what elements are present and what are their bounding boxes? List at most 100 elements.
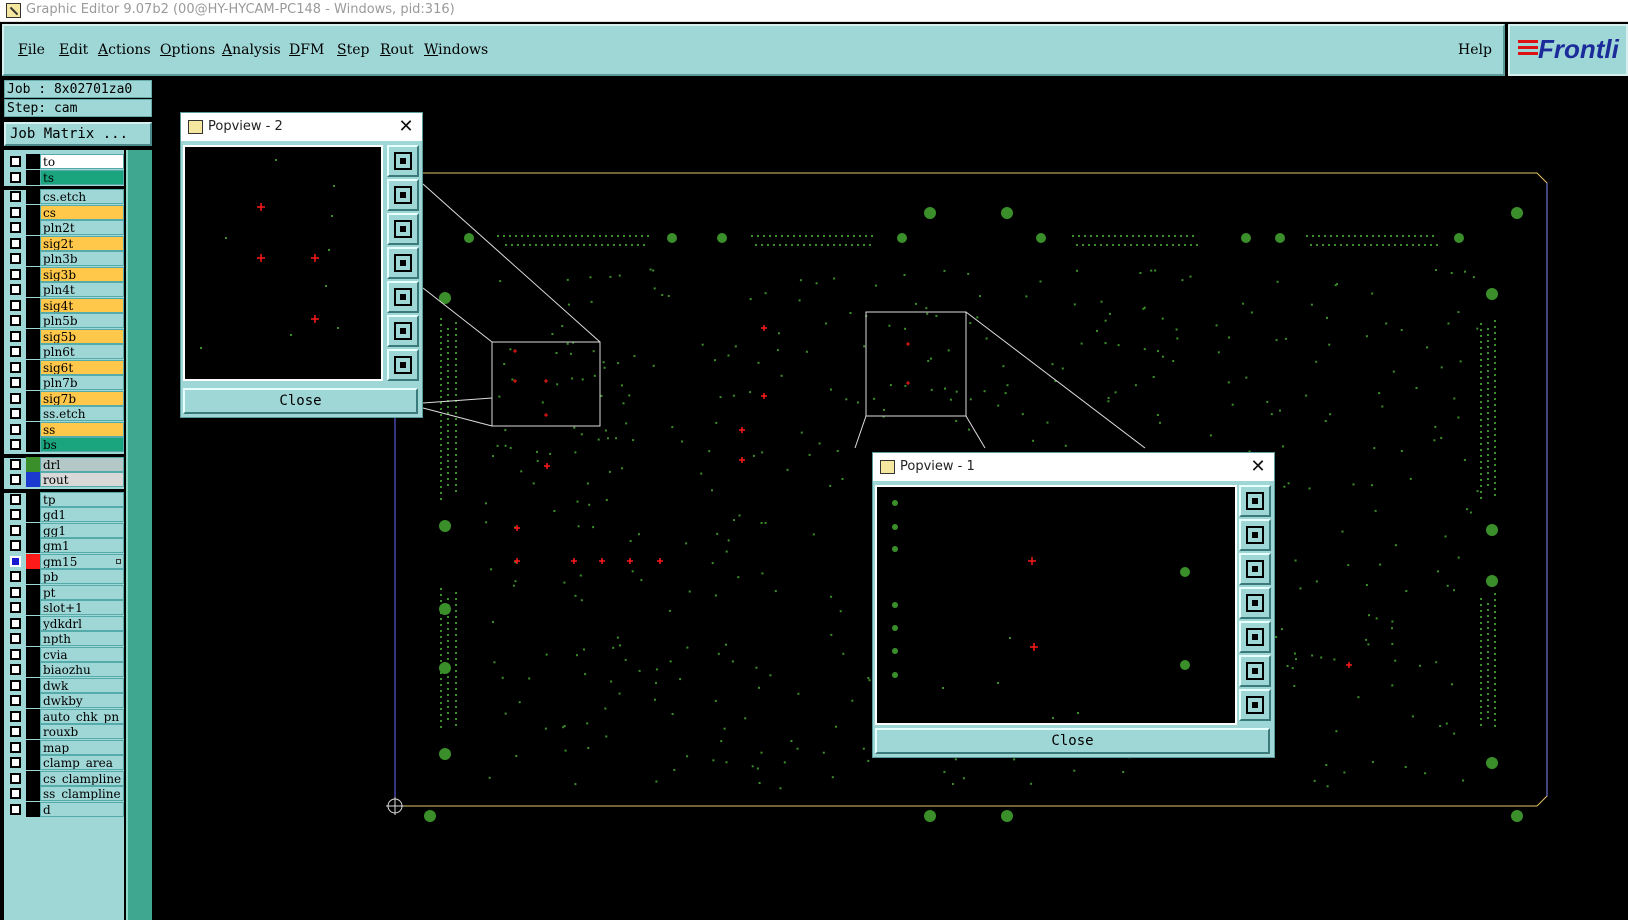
layer-name[interactable]: sig4t bbox=[40, 297, 124, 313]
layer-checkbox[interactable] bbox=[10, 757, 21, 768]
layer-row-d[interactable]: d bbox=[4, 801, 124, 817]
layer-row-pln5b[interactable]: pln5b bbox=[4, 313, 124, 328]
layer-row-sig2t[interactable]: sig2t bbox=[4, 235, 124, 251]
layer-color-swatch[interactable] bbox=[26, 220, 40, 235]
layer-row-cs-etch[interactable]: cs.etch bbox=[4, 189, 124, 204]
layer-color-swatch[interactable] bbox=[26, 437, 40, 452]
layer-row-pln2t[interactable]: pln2t bbox=[4, 220, 124, 235]
layer-checkbox[interactable] bbox=[10, 648, 21, 660]
layer-row-sig7b[interactable]: sig7b bbox=[4, 390, 124, 406]
layer-color-swatch[interactable] bbox=[26, 251, 40, 266]
layer-name[interactable]: sig6t bbox=[40, 359, 124, 375]
layer-row-sig3b[interactable]: sig3b bbox=[4, 266, 124, 282]
layer-row-ss[interactable]: ss bbox=[4, 421, 124, 437]
layer-checkbox[interactable] bbox=[10, 191, 21, 202]
layer-checkbox[interactable] bbox=[10, 710, 21, 722]
layer-row-biaozhu[interactable]: biaozhu bbox=[4, 662, 124, 677]
layer-color-swatch[interactable] bbox=[26, 724, 40, 739]
layer-checkbox[interactable] bbox=[10, 392, 21, 404]
layer-row-sig4t[interactable]: sig4t bbox=[4, 297, 124, 313]
layer-color-swatch[interactable] bbox=[26, 472, 40, 487]
popview-2-pan-left-button[interactable] bbox=[387, 247, 419, 279]
layer-row-rout[interactable]: rout bbox=[4, 472, 124, 487]
menu-dfm[interactable]: DFM bbox=[289, 42, 324, 58]
layer-color-swatch[interactable] bbox=[26, 406, 40, 421]
popview-1-close-icon[interactable]: ✕ bbox=[1248, 453, 1268, 481]
layer-checkbox[interactable] bbox=[10, 571, 21, 582]
layer-color-swatch[interactable] bbox=[26, 615, 40, 631]
layer-name[interactable]: cs_clampline bbox=[40, 770, 124, 786]
layer-row-sig6t[interactable]: sig6t bbox=[4, 359, 124, 375]
popview-1-zoom-in-button[interactable] bbox=[1239, 655, 1271, 687]
layer-row-map[interactable]: map bbox=[4, 739, 124, 755]
popview-2-close-icon[interactable]: ✕ bbox=[396, 113, 416, 141]
menu-windows[interactable]: Windows bbox=[424, 42, 488, 58]
layer-name[interactable]: clamp_area bbox=[40, 755, 124, 770]
layer-color-swatch[interactable] bbox=[26, 169, 40, 185]
layer-checkbox[interactable] bbox=[10, 617, 21, 629]
layer-checkbox[interactable] bbox=[10, 315, 21, 326]
layer-color-swatch[interactable] bbox=[26, 538, 40, 553]
layer-checkbox[interactable] bbox=[10, 439, 21, 450]
layer-row-ss-etch[interactable]: ss.etch bbox=[4, 406, 124, 421]
popview-2-pan-right-button[interactable] bbox=[387, 281, 419, 313]
layer-name[interactable]: sig5b bbox=[40, 328, 124, 344]
layer-name[interactable]: gd1 bbox=[40, 507, 124, 522]
layer-color-swatch[interactable] bbox=[26, 390, 40, 406]
popview-2-zoom-in-button[interactable] bbox=[387, 315, 419, 347]
layer-color-swatch[interactable] bbox=[26, 755, 40, 770]
layer-name[interactable]: to bbox=[40, 154, 124, 169]
layer-checkbox[interactable] bbox=[10, 474, 21, 485]
layer-name[interactable]: gm1 bbox=[40, 538, 124, 553]
layer-color-swatch[interactable] bbox=[26, 786, 40, 801]
layer-checkbox[interactable] bbox=[10, 803, 21, 815]
layer-checkbox[interactable] bbox=[10, 788, 21, 799]
layer-row-slot-1[interactable]: slot+1 bbox=[4, 600, 124, 615]
layer-checkbox[interactable] bbox=[10, 509, 21, 520]
layer-row-sig5b[interactable]: sig5b bbox=[4, 328, 124, 344]
layer-color-swatch[interactable] bbox=[26, 282, 40, 297]
popview-1-zoom-out-button[interactable] bbox=[1239, 689, 1271, 721]
layer-row-pt[interactable]: pt bbox=[4, 584, 124, 600]
layer-name[interactable]: biaozhu bbox=[40, 662, 124, 677]
layer-row-pln6t[interactable]: pln6t bbox=[4, 344, 124, 359]
layer-name[interactable]: ts bbox=[40, 169, 124, 185]
layer-name[interactable]: ss_clampline bbox=[40, 786, 124, 801]
layer-name[interactable]: auto_chk_pn bbox=[40, 708, 124, 724]
layer-color-swatch[interactable] bbox=[26, 189, 40, 204]
layer-checkbox[interactable] bbox=[10, 664, 21, 675]
layer-checkbox[interactable] bbox=[10, 741, 21, 753]
layer-checkbox[interactable] bbox=[10, 602, 21, 613]
layer-name[interactable]: rout bbox=[40, 472, 124, 487]
layer-row-tp[interactable]: tp bbox=[4, 491, 124, 507]
layer-row-pb[interactable]: pb bbox=[4, 569, 124, 584]
layer-color-swatch[interactable] bbox=[26, 569, 40, 584]
layer-checkbox[interactable] bbox=[10, 423, 21, 435]
layer-name[interactable]: pln3b bbox=[40, 251, 124, 266]
layer-color-swatch[interactable] bbox=[26, 507, 40, 522]
layer-name[interactable]: gm15 bbox=[40, 553, 124, 569]
layer-name[interactable]: pln5b bbox=[40, 313, 124, 328]
layer-checkbox[interactable] bbox=[10, 524, 21, 536]
layer-color-swatch[interactable] bbox=[26, 359, 40, 375]
menu-options[interactable]: Options bbox=[160, 42, 215, 58]
menu-analysis[interactable]: Analysis bbox=[222, 42, 281, 58]
layer-checkbox[interactable] bbox=[10, 299, 21, 311]
layer-checkbox[interactable] bbox=[10, 633, 21, 644]
menu-edit[interactable]: Edit bbox=[59, 42, 88, 58]
layer-row-auto-chk-pn[interactable]: auto_chk_pn bbox=[4, 708, 124, 724]
layer-name[interactable]: sig7b bbox=[40, 390, 124, 406]
layer-row-dwkby[interactable]: dwkby bbox=[4, 693, 124, 708]
layer-checkbox[interactable] bbox=[10, 679, 21, 691]
layer-name[interactable]: dwkby bbox=[40, 693, 124, 708]
layer-color-swatch[interactable] bbox=[26, 662, 40, 677]
layer-row-gm15[interactable]: gm15 bbox=[4, 553, 124, 569]
layer-checkbox[interactable] bbox=[10, 493, 21, 505]
layer-name[interactable]: ydkdrl bbox=[40, 615, 124, 631]
popview-1-pan-left-button[interactable] bbox=[1239, 587, 1271, 619]
layer-checkbox[interactable] bbox=[10, 555, 21, 567]
layer-color-swatch[interactable] bbox=[26, 677, 40, 693]
layer-color-swatch[interactable] bbox=[26, 584, 40, 600]
layer-checkbox[interactable] bbox=[10, 377, 21, 388]
layer-checkbox[interactable] bbox=[10, 330, 21, 342]
